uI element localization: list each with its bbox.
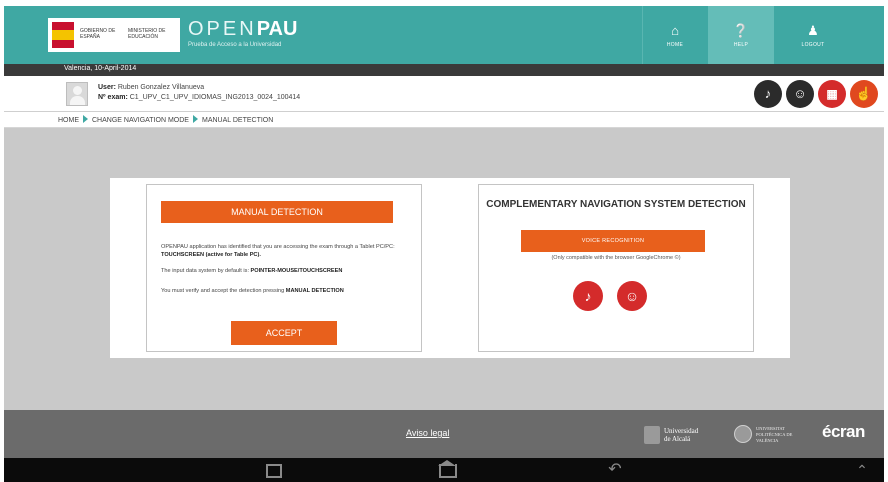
uah-line2: de Alcalá	[664, 435, 691, 443]
ecran-logo: écran	[822, 422, 865, 441]
back-icon[interactable]: ↶	[600, 458, 630, 482]
manual-detection-panel: MANUAL DETECTION OPENPAU application has…	[146, 184, 422, 352]
upv-logo: UNIVERSITAT POLITÈCNICA DE VALÈNCIA	[734, 424, 804, 446]
keyboard-icon[interactable]: ▦	[818, 80, 846, 108]
verify-bold: MANUAL DETECTION	[285, 288, 344, 294]
openpau-logo: OPENPAU Prueba de Acceso a la Universida…	[188, 18, 297, 48]
uah-line1: Universidad	[664, 427, 699, 435]
complementary-navigation-title: COMPLEMENTARY NAVIGATION SYSTEM DETECTIO…	[486, 199, 746, 210]
exam-number: C1_UPV_C1_UPV_IDIOMAS_ING2013_0024_10041…	[129, 94, 301, 101]
voice-icon[interactable]: ☺	[617, 281, 647, 311]
exam-label: Nº exam:	[98, 94, 128, 101]
complementary-navigation-panel: COMPLEMENTARY NAVIGATION SYSTEM DETECTIO…	[478, 184, 754, 352]
user-bar: User: Ruben Gonzalez Villanueva Nº exam:…	[4, 76, 884, 112]
date-text: Valencia, 10-April-2014	[64, 65, 137, 72]
nav-home-label: HOME	[666, 42, 684, 48]
audio-icon[interactable]: ♪	[573, 281, 603, 311]
breadcrumb-change-navigation[interactable]: CHANGE NAVIGATION MODE	[92, 117, 189, 124]
legal-notice-link[interactable]: Aviso legal	[406, 428, 449, 438]
detection-message-bold: TOUCHSCREEN (active for Table PC).	[161, 252, 261, 258]
detection-message-text: OPENPAU application has identified that …	[161, 244, 395, 250]
tablet-screen: GOBIERNO DE ESPAÑA MINISTERIO DE EDUCACI…	[4, 6, 884, 482]
exam-line: Nº exam: C1_UPV_C1_UPV_IDIOMAS_ING2013_0…	[98, 94, 300, 101]
app-header: GOBIERNO DE ESPAÑA MINISTERIO DE EDUCACI…	[4, 6, 884, 64]
accept-button[interactable]: ACCEPT	[231, 321, 337, 345]
nav-logout-label: LOGOUT	[801, 42, 825, 48]
user-label: User:	[98, 84, 116, 91]
android-nav-bar: ↶ ⌃	[4, 458, 884, 482]
recent-apps-icon[interactable]	[258, 458, 288, 482]
detection-message: OPENPAU application has identified that …	[161, 243, 421, 259]
upv-text: UNIVERSITAT POLITÈCNICA DE VALÈNCIA	[756, 426, 793, 443]
nav-logout-button[interactable]: ♟ LOGOUT	[780, 6, 846, 64]
compatibility-note: (Only compatible with the browser Google…	[551, 255, 681, 261]
ministry-logo: GOBIERNO DE ESPAÑA MINISTERIO DE EDUCACI…	[48, 18, 180, 52]
spain-flag-icon	[52, 22, 74, 48]
breadcrumb-manual-detection: MANUAL DETECTION	[201, 117, 274, 124]
logo-open: OPEN	[188, 18, 257, 40]
nav-home-button[interactable]: ⌂ HOME	[642, 6, 708, 64]
breadcrumb-arrow-icon	[192, 115, 198, 123]
breadcrumb: HOME CHANGE NAVIGATION MODE MANUAL DETECTI…	[4, 112, 884, 128]
uah-crest-icon	[644, 426, 660, 444]
default-input-message: The input data system by default is: POI…	[161, 267, 421, 275]
date-bar: Valencia, 10-April-2014	[4, 64, 884, 76]
verify-text: You must verify and accept the detection…	[161, 288, 286, 294]
audio-icon[interactable]: ♪	[754, 80, 782, 108]
voice-recognition-button[interactable]: VOICE RECOGNITION	[521, 230, 705, 252]
detection-container: MANUAL DETECTION OPENPAU application has…	[110, 178, 790, 358]
default-input-bold: POINTER-MOUSE/TOUCHSCREEN	[250, 268, 343, 274]
logo-pau: PAU	[256, 18, 298, 40]
chevron-up-icon[interactable]: ⌃	[850, 458, 874, 482]
nav-help-button[interactable]: ❔ HELP	[708, 6, 774, 64]
breadcrumb-home[interactable]: HOME	[58, 117, 79, 124]
footer: Aviso legal Universidad de Alcalá UNIVER…	[4, 410, 884, 458]
help-icon: ❔	[732, 23, 750, 38]
user-line: User: Ruben Gonzalez Villanueva	[98, 84, 204, 91]
ministry-line1: GOBIERNO DE ESPAÑA	[80, 28, 116, 40]
logo-subtitle: Prueba de Acceso a la Universidad	[188, 42, 282, 48]
voice-icon[interactable]: ☺	[786, 80, 814, 108]
touch-icon[interactable]: ☝	[850, 80, 878, 108]
default-input-text: The input data system by default is:	[161, 268, 251, 274]
ministry-line2: MINISTERIO DE EDUCACIÓN	[128, 28, 166, 40]
nav-help-label: HELP	[733, 42, 749, 48]
user-icon: ♟	[807, 23, 819, 38]
verify-message: You must verify and accept the detection…	[161, 287, 421, 295]
avatar	[66, 82, 88, 106]
upv-seal-icon	[734, 425, 752, 443]
breadcrumb-arrow-icon	[83, 115, 88, 123]
manual-detection-button[interactable]: MANUAL DETECTION	[161, 201, 393, 223]
user-name: Ruben Gonzalez Villanueva	[117, 84, 205, 91]
home-icon: ⌂	[671, 23, 679, 38]
home-icon[interactable]	[432, 458, 462, 482]
uah-logo: Universidad de Alcalá	[644, 424, 718, 446]
